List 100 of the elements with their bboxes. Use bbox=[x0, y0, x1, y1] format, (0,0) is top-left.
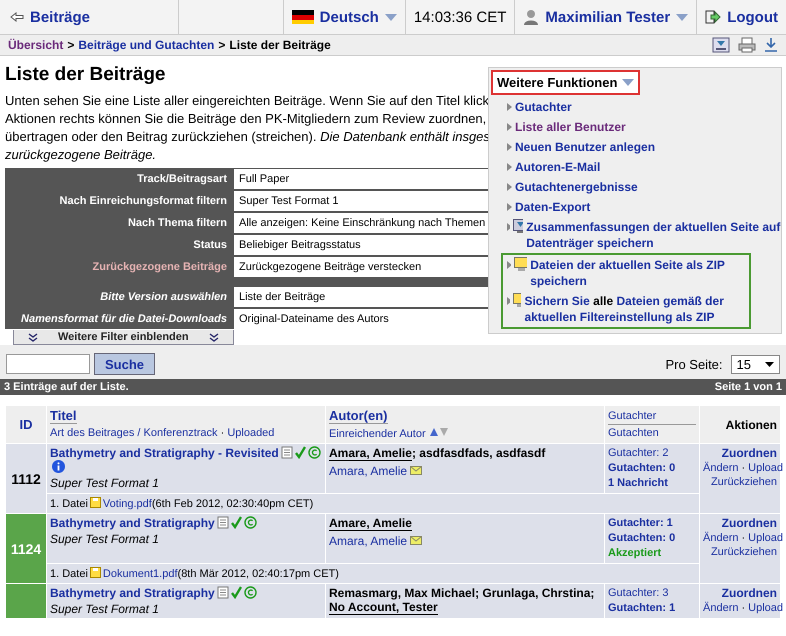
monitor-icon bbox=[513, 219, 524, 234]
triangle-icon bbox=[507, 103, 512, 111]
more-functions-button[interactable]: Weitere Funktionen bbox=[491, 70, 640, 95]
print-icon[interactable] bbox=[738, 37, 756, 53]
caret-icon bbox=[676, 14, 688, 20]
triangle-icon bbox=[507, 223, 510, 231]
user-icon bbox=[523, 9, 540, 25]
double-chevron-icon bbox=[208, 332, 219, 342]
arrow-left-icon bbox=[10, 12, 24, 22]
action-link[interactable]: Upload bbox=[748, 602, 784, 614]
sort-link[interactable]: Gutachter bbox=[608, 408, 696, 425]
caret-icon bbox=[384, 14, 397, 20]
sort-link[interactable]: Uploaded bbox=[227, 427, 274, 439]
file-label: 1. Datei bbox=[50, 498, 88, 510]
separator-dot: · bbox=[220, 427, 224, 439]
menu-item[interactable]: Dateien der aktuellen Seite als ZIP speichern bbox=[530, 257, 749, 289]
search-button[interactable]: Suche bbox=[94, 353, 156, 375]
review-status: Gutachten: 0 bbox=[608, 461, 676, 476]
caret-icon bbox=[765, 362, 774, 366]
logout-icon bbox=[705, 10, 722, 24]
triangle-icon bbox=[507, 143, 512, 151]
author-name: ; asdfasdfads, asdfasdf bbox=[412, 446, 546, 460]
breadcrumb-separator: > bbox=[67, 38, 74, 52]
menu-item[interactable]: Zusammenfassungen der aktuellen Seite auf Datenträger speichern bbox=[526, 219, 782, 251]
triangle-icon bbox=[507, 163, 512, 171]
menu-item[interactable]: Gutachtenergebnisse bbox=[515, 179, 638, 195]
caret-icon bbox=[622, 79, 634, 86]
floppy-icon bbox=[90, 567, 101, 578]
breadcrumb-link[interactable]: Beiträge und Gutachten bbox=[78, 38, 214, 52]
page-info: Seite 1 von 1 bbox=[714, 381, 782, 393]
breadcrumb-separator: > bbox=[218, 38, 226, 52]
entry-count: 3 Einträge auf der Liste. bbox=[4, 381, 129, 393]
menu-item[interactable]: Neuen Benutzer anlegen bbox=[515, 139, 656, 155]
file-link[interactable]: Dokument1.pdf bbox=[102, 568, 178, 580]
info-icon bbox=[52, 460, 65, 473]
action-link[interactable]: Ändern bbox=[703, 532, 738, 544]
sort-link[interactable]: Gutachten bbox=[608, 425, 696, 441]
id-cell: 1124 bbox=[6, 514, 46, 584]
document-icon bbox=[216, 586, 229, 599]
search-field[interactable] bbox=[6, 354, 90, 374]
filter-label: Nach Thema filtern bbox=[126, 216, 228, 231]
sort-link[interactable]: Autor(en) bbox=[329, 408, 388, 424]
sort-arrows-icon bbox=[428, 427, 449, 437]
action-link[interactable]: Ändern bbox=[703, 602, 738, 614]
language-select[interactable]: Deutsch bbox=[284, 0, 406, 34]
double-chevron-icon bbox=[28, 332, 38, 342]
submitter-link[interactable]: Amara, Amelie bbox=[329, 464, 408, 478]
checkmark-icon bbox=[230, 586, 242, 599]
sort-link[interactable]: Titel bbox=[50, 408, 76, 424]
filter-label: Namensformat für die Datei-Downloads bbox=[20, 312, 228, 327]
review-status: Akzeptiert bbox=[608, 546, 662, 561]
author-name: Amare, Amelie bbox=[329, 516, 412, 531]
copyright-icon bbox=[244, 516, 257, 529]
download-icon[interactable] bbox=[764, 37, 778, 53]
paper-title-link[interactable]: Bathymetry and Stratigraphy - Revisited bbox=[50, 446, 279, 460]
page-title: Liste der Beiträge bbox=[5, 64, 166, 86]
filter-label: Status bbox=[192, 238, 228, 253]
action-link[interactable]: Ändern bbox=[703, 462, 738, 474]
triangle-icon bbox=[507, 203, 512, 211]
per-page-label: Pro Seite: bbox=[665, 356, 723, 372]
envelope-icon bbox=[410, 536, 422, 545]
per-page-select[interactable]: 15 bbox=[730, 354, 780, 374]
menu-item[interactable]: Autoren-E-Mail bbox=[515, 159, 600, 175]
submitter-link[interactable]: Amara, Amelie bbox=[329, 534, 408, 548]
more-filters-button[interactable]: Weitere Filter einblenden bbox=[13, 330, 234, 345]
sort-link[interactable]: Einreichender Autor bbox=[329, 428, 426, 440]
intro-text: übertragen oder den Beitrag zurückziehen (streichen). Die Datenbank enthält insges bbox=[5, 128, 490, 146]
format-text: Super Test Format 1 bbox=[50, 476, 160, 490]
review-status: 1 Nachricht bbox=[608, 476, 669, 491]
sort-link[interactable]: Art des Beitrages / Konferenztrack bbox=[50, 427, 218, 439]
document-icon bbox=[216, 516, 229, 529]
menu-item[interactable]: Sichern Sie alle Dateien gemäß der aktuellen Filtereinstellung als ZIP bbox=[524, 293, 749, 325]
menu-item[interactable]: Liste aller Benutzer bbox=[515, 119, 626, 135]
copyright-icon bbox=[308, 446, 321, 459]
document-icon bbox=[280, 446, 293, 459]
logout-button[interactable]: Logout bbox=[697, 0, 786, 34]
withdraw-link[interactable]: Zurückziehen bbox=[710, 476, 777, 488]
format-text: Super Test Format 1 bbox=[50, 602, 160, 616]
back-link[interactable]: Beiträge bbox=[0, 0, 179, 34]
menu-item[interactable]: Gutachter bbox=[515, 99, 572, 115]
menu-item[interactable]: Daten-Export bbox=[515, 199, 590, 215]
withdraw-link[interactable]: Zurückziehen bbox=[710, 546, 777, 558]
filter-label: Zurückgezogene Beiträge bbox=[92, 260, 228, 275]
action-link[interactable]: Upload bbox=[748, 462, 784, 474]
envelope-icon bbox=[410, 466, 422, 475]
filter-label: Track/Beitragsart bbox=[136, 172, 228, 187]
assign-link[interactable]: Zuordnen bbox=[722, 586, 777, 600]
save-icon[interactable] bbox=[712, 37, 730, 53]
monitor-icon bbox=[512, 293, 522, 308]
paper-title-link[interactable]: Bathymetry and Stratigraphy bbox=[50, 516, 215, 530]
format-text: Super Test Format 1 bbox=[50, 532, 160, 546]
user-menu[interactable]: Maximilian Tester bbox=[515, 0, 698, 34]
separator-dot: · bbox=[740, 462, 746, 474]
file-link[interactable]: Voting.pdf bbox=[102, 498, 152, 510]
assign-link[interactable]: Zuordnen bbox=[722, 516, 777, 530]
action-link[interactable]: Upload bbox=[748, 532, 784, 544]
breadcrumb-link[interactable]: Übersicht bbox=[8, 38, 64, 52]
assign-link[interactable]: Zuordnen bbox=[722, 446, 777, 460]
triangle-icon bbox=[507, 297, 510, 305]
paper-title-link[interactable]: Bathymetry and Stratigraphy bbox=[50, 586, 215, 600]
